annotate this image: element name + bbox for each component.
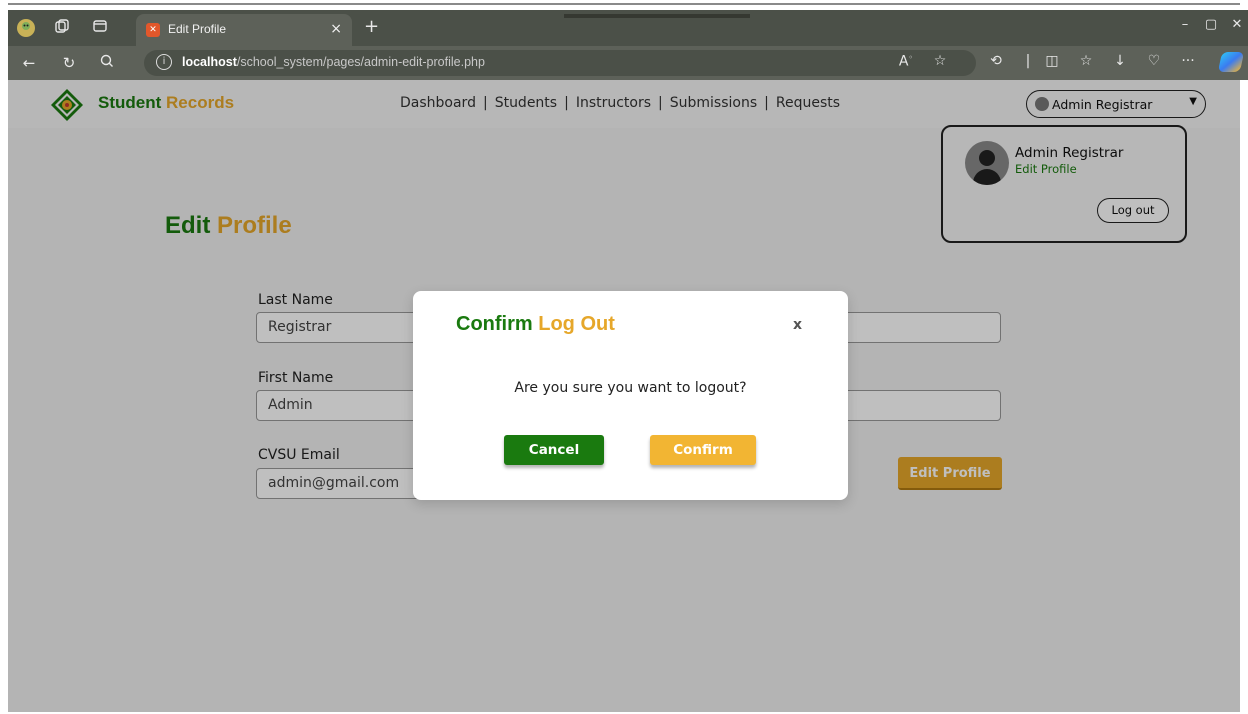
- modal-title-part2: Log Out: [538, 313, 615, 335]
- modal-close-button[interactable]: x: [793, 317, 802, 333]
- cancel-button[interactable]: Cancel: [504, 435, 604, 465]
- tab-strip-divider: [564, 14, 750, 18]
- url-text[interactable]: localhost/school_system/pages/admin-edit…: [182, 55, 485, 69]
- split-screen-icon[interactable]: ◫: [1040, 53, 1064, 69]
- window-top-edge: [0, 0, 1248, 10]
- tab-close-icon[interactable]: ×: [330, 21, 342, 37]
- window-left-edge: [0, 10, 8, 714]
- url-host: localhost: [182, 55, 237, 69]
- modal-title-part1: Confirm: [456, 313, 533, 335]
- tab-title: Edit Profile: [168, 22, 227, 36]
- profile-icon[interactable]: [16, 18, 36, 38]
- tab-edit-profile[interactable]: ✕ Edit Profile ×: [136, 14, 352, 46]
- search-icon[interactable]: [96, 53, 118, 73]
- confirm-logout-modal: Confirm Log Out x Are you sure you want …: [413, 291, 848, 500]
- browser-tab-bar: ✕ Edit Profile × + – ▢ ✕: [8, 10, 1248, 46]
- browser-toolbar: ← ↻ i localhost/school_system/pages/admi…: [8, 46, 1248, 80]
- downloads-icon[interactable]: ↓: [1108, 53, 1132, 69]
- address-bar[interactable]: i localhost/school_system/pages/admin-ed…: [144, 50, 976, 76]
- modal-title: Confirm Log Out: [456, 313, 615, 336]
- more-icon[interactable]: ···: [1176, 53, 1200, 69]
- separator-divider: |: [1025, 53, 1031, 69]
- url-path: /school_system/pages/admin-edit-profile.…: [236, 55, 485, 69]
- confirm-button[interactable]: Confirm: [650, 435, 756, 465]
- window-right-edge: [1240, 80, 1248, 714]
- info-icon[interactable]: i: [156, 54, 172, 70]
- back-icon[interactable]: ←: [18, 53, 40, 73]
- favicon-icon: ✕: [146, 23, 160, 37]
- close-window-button[interactable]: ✕: [1222, 17, 1248, 32]
- refresh-icon[interactable]: ↻: [58, 53, 80, 73]
- read-aloud-icon[interactable]: A◦: [894, 53, 918, 70]
- page-viewport: Student Records Dashboard | Students | Instr…: [8, 80, 1240, 712]
- new-tab-button[interactable]: +: [364, 16, 379, 37]
- health-icon[interactable]: ♡: [1142, 53, 1166, 69]
- favorite-icon[interactable]: ☆: [928, 53, 952, 69]
- tab-actions-icon[interactable]: [90, 18, 110, 38]
- favorites-icon[interactable]: ☆: [1074, 53, 1098, 69]
- modal-message: Are you sure you want to logout?: [514, 380, 747, 396]
- extensions-icon[interactable]: ⟲: [984, 53, 1008, 69]
- workspaces-icon[interactable]: [52, 18, 72, 38]
